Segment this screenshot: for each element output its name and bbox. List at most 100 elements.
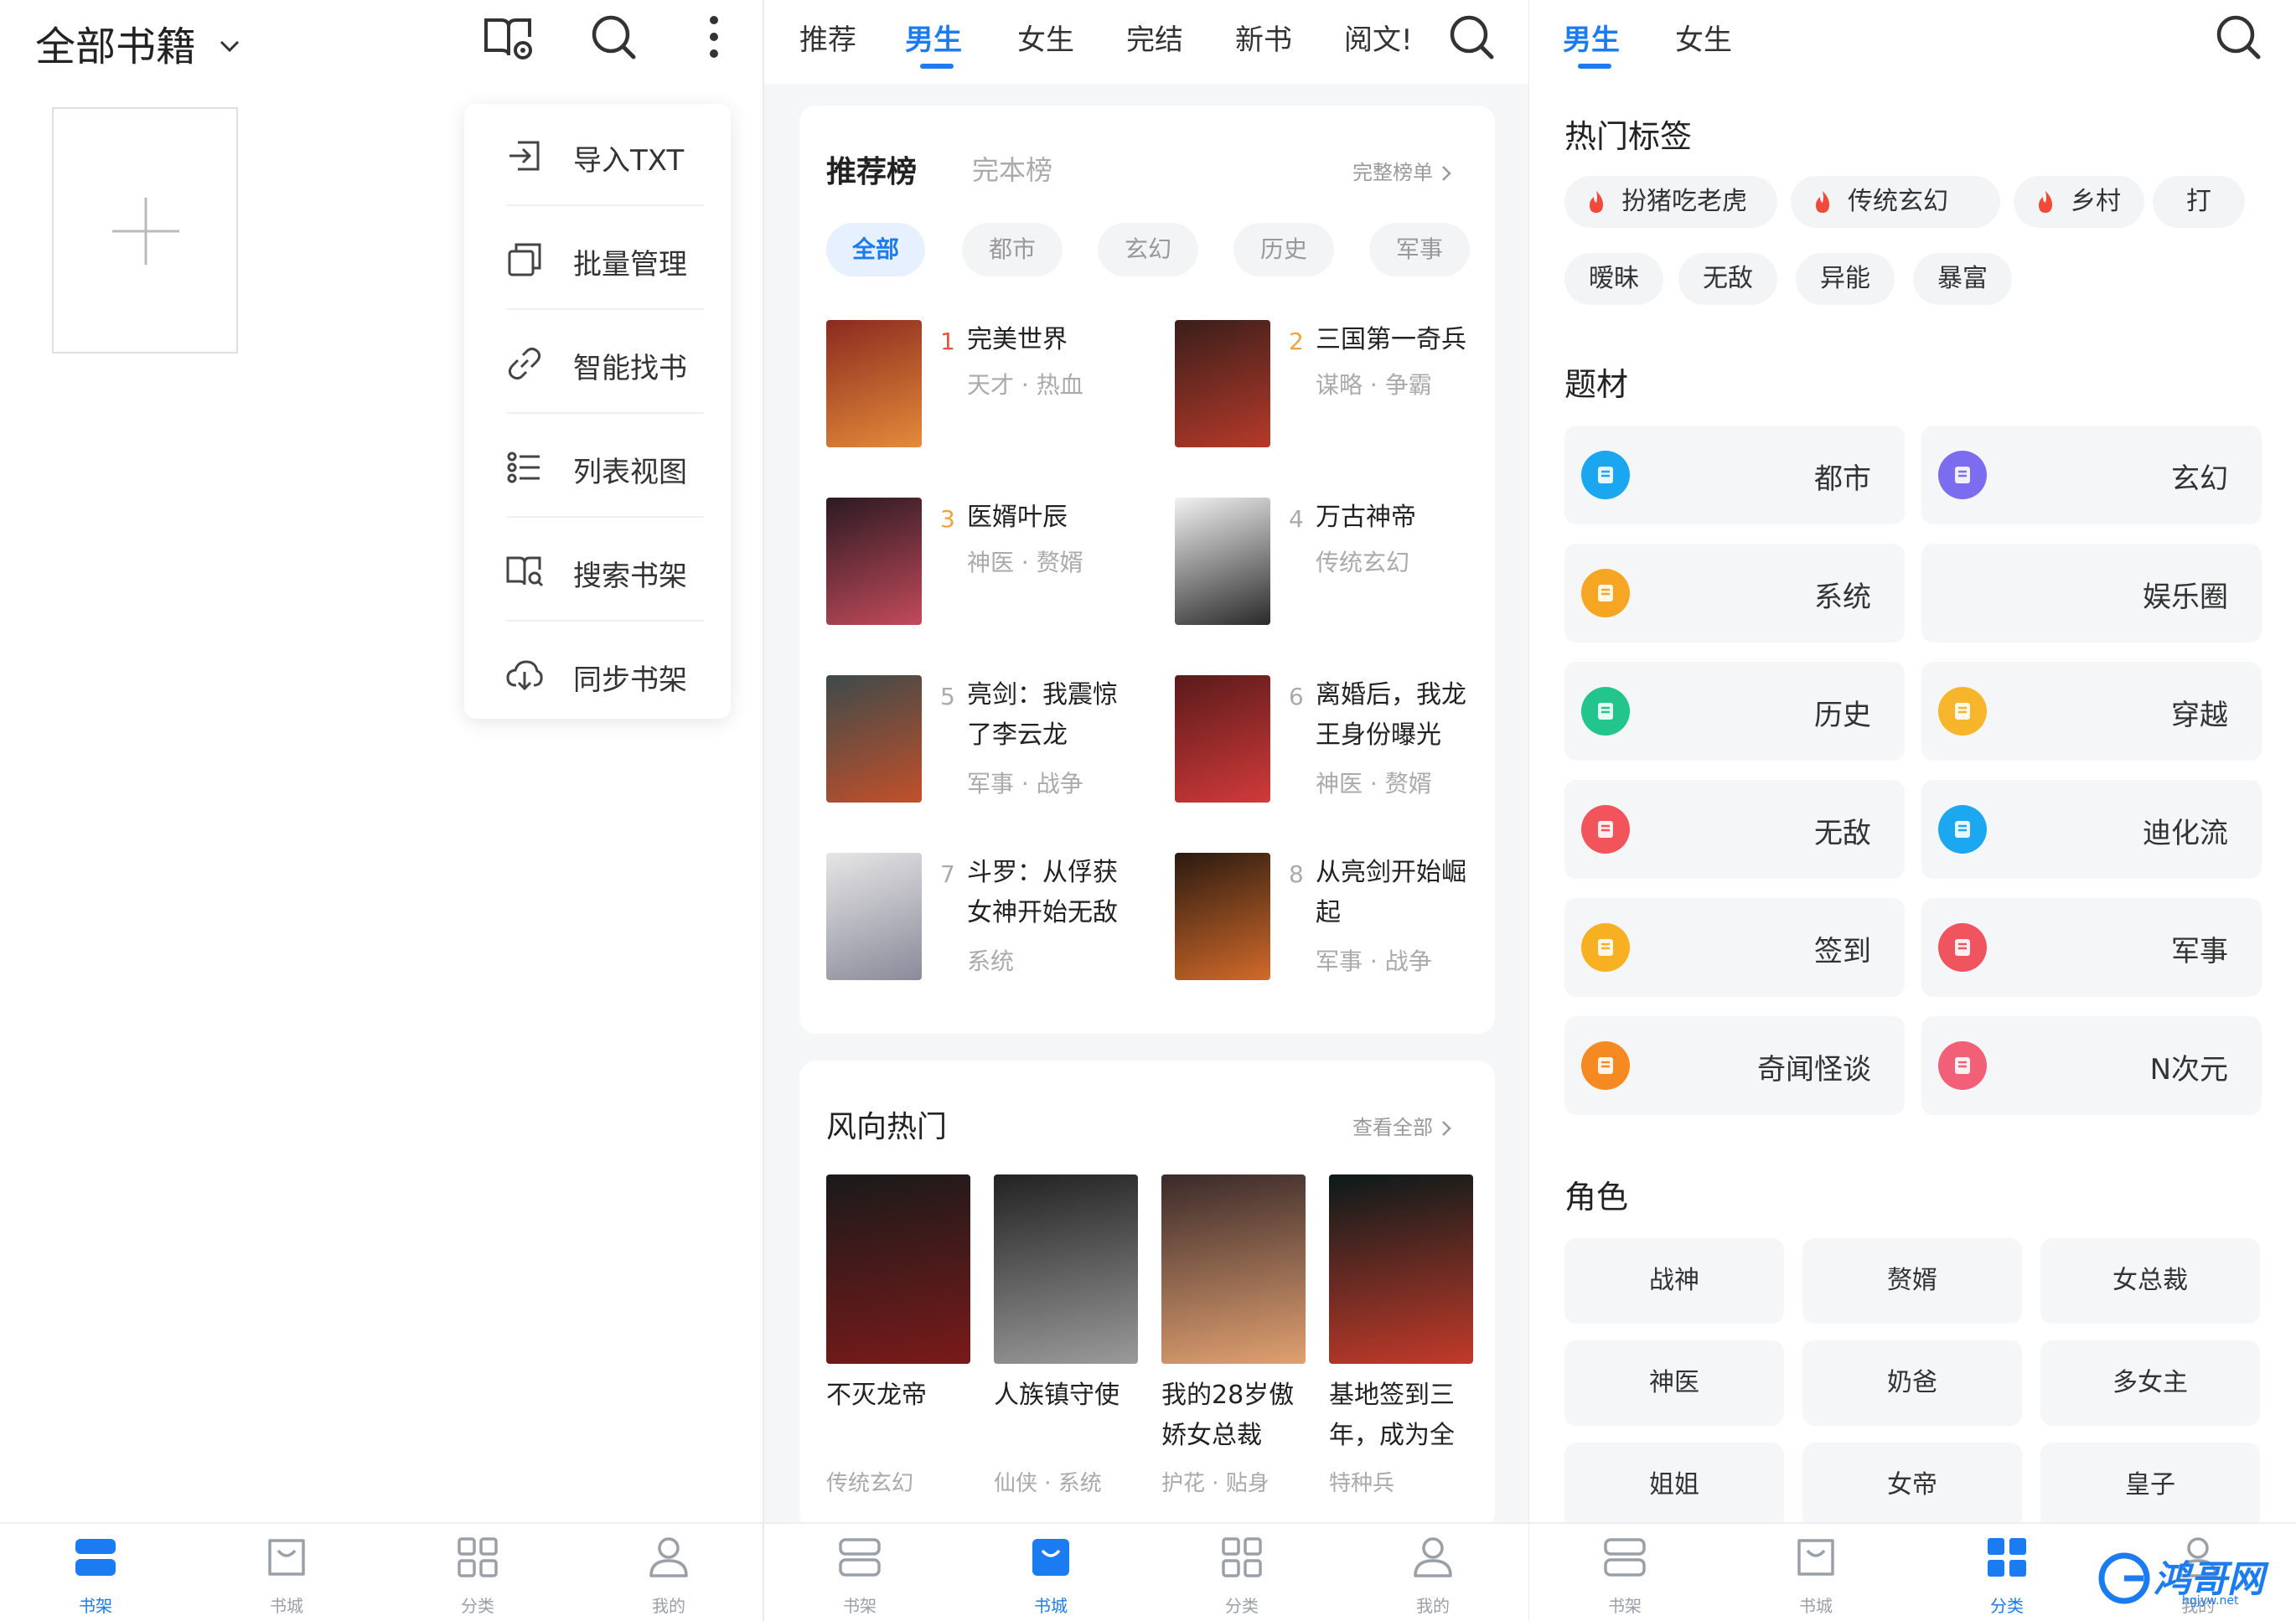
tab-recommend[interactable]: 推荐 — [799, 17, 856, 58]
nav-item-bookshelf[interactable]: 书架 — [45, 1536, 146, 1619]
book-cover[interactable] — [1175, 320, 1270, 447]
hot-tag-chip[interactable]: 无敌 — [1678, 253, 1777, 305]
rank-book-title[interactable]: 斗罗：从俘获女神开始无敌 — [967, 853, 1131, 933]
hot-tag-chip[interactable]: 异能 — [1796, 253, 1895, 305]
hot-book-title[interactable]: 人族镇守使 — [994, 1376, 1145, 1416]
book-cover[interactable] — [826, 675, 922, 803]
menu-item-list-view[interactable]: 列表视图 — [464, 416, 731, 518]
role-chip[interactable]: 姐姐 — [1564, 1443, 1784, 1528]
rank-subtitle-tab[interactable]: 完本榜 — [972, 149, 1052, 188]
chip-city[interactable]: 都市 — [962, 223, 1063, 276]
book-cover[interactable] — [1175, 675, 1270, 803]
role-chip[interactable]: 女帝 — [1802, 1443, 2022, 1528]
nav-item-mine[interactable]: 我的 — [1383, 1536, 1483, 1619]
bookshelf-title[interactable]: 全部书籍 — [35, 13, 242, 72]
hot-book-title[interactable]: 不灭龙帝 — [826, 1376, 977, 1416]
tab-new[interactable]: 新书 — [1235, 17, 1292, 58]
rank-book-title[interactable]: 离婚后，我龙王身份曝光 — [1316, 675, 1480, 756]
tab-male[interactable]: 男生 — [905, 17, 962, 58]
add-book-button[interactable] — [52, 107, 238, 354]
book-settings-icon[interactable] — [483, 15, 535, 60]
book-cover[interactable] — [994, 1174, 1138, 1364]
genre-card[interactable]: 奇闻怪谈 — [1564, 1016, 1905, 1115]
rank-item[interactable]: 8 从亮剑开始崛起 军事 · 战争 — [1175, 853, 1510, 1004]
genre-card[interactable]: 娱乐圈 — [1921, 544, 2262, 643]
genre-card[interactable]: 穿越 — [1921, 662, 2262, 761]
role-chip[interactable]: 多女主 — [2040, 1340, 2260, 1426]
more-vertical-icon[interactable] — [704, 15, 724, 59]
role-chip[interactable]: 赘婿 — [1802, 1238, 2022, 1324]
rank-item[interactable]: 5 亮剑：我震惊了李云龙 军事 · 战争 — [826, 675, 1161, 826]
rank-title[interactable]: 推荐榜 — [826, 147, 917, 191]
rank-item[interactable]: 3 医婿叶辰 神医 · 赘婿 — [826, 498, 1161, 648]
tab-female[interactable]: 女生 — [1017, 17, 1074, 58]
genre-card[interactable]: 玄幻 — [1921, 426, 2262, 524]
hot-book-title[interactable]: 我的28岁傲娇女总裁 — [1161, 1376, 1312, 1456]
tab-finished[interactable]: 完结 — [1126, 17, 1183, 58]
nav-item-mine[interactable]: 我的 — [618, 1536, 719, 1619]
rank-book-title[interactable]: 完美世界 — [967, 320, 1131, 360]
genre-card[interactable]: 军事 — [1921, 898, 2262, 997]
genre-card[interactable]: 无敌 — [1564, 780, 1905, 879]
tab-yuewen[interactable]: 阅文! — [1344, 17, 1414, 58]
search-icon[interactable] — [2215, 13, 2262, 60]
hot-tag-chip[interactable]: 打 — [2153, 176, 2245, 228]
tab-female[interactable]: 女生 — [1675, 17, 1732, 58]
hot-more-link[interactable]: 查看全部 — [1352, 1111, 1453, 1140]
role-chip[interactable]: 战神 — [1564, 1238, 1784, 1324]
genre-card[interactable]: 系统 — [1564, 544, 1905, 643]
menu-item-sync-shelf[interactable]: 同步书架 — [464, 623, 731, 725]
book-cover[interactable] — [1175, 853, 1270, 980]
menu-item-import-txt[interactable]: 导入TXT — [464, 104, 731, 206]
hot-tag-chip[interactable]: 扮猪吃老虎 — [1564, 176, 1777, 228]
hot-book-title[interactable]: 基地签到三年，成为全 — [1329, 1376, 1480, 1456]
book-cover[interactable] — [1161, 1174, 1306, 1364]
hot-tag-chip[interactable]: 传统玄幻 — [1791, 176, 2000, 228]
chip-fantasy[interactable]: 玄幻 — [1098, 223, 1198, 276]
rank-book-title[interactable]: 万古神帝 — [1316, 498, 1480, 538]
hot-tag-chip[interactable]: 乡村 — [2014, 176, 2144, 228]
book-cover[interactable] — [826, 1174, 970, 1364]
nav-item-bookshelf[interactable]: 书架 — [809, 1536, 910, 1619]
chip-all[interactable]: 全部 — [826, 223, 925, 276]
search-icon[interactable] — [1448, 13, 1495, 60]
menu-item-batch-manage[interactable]: 批量管理 — [464, 208, 731, 310]
role-chip[interactable]: 女总裁 — [2040, 1238, 2260, 1324]
rank-book-title[interactable]: 从亮剑开始崛起 — [1316, 853, 1480, 933]
genre-card[interactable]: N次元 — [1921, 1016, 2262, 1115]
rank-book-title[interactable]: 医婿叶辰 — [967, 498, 1131, 538]
search-icon[interactable] — [590, 13, 637, 60]
tab-male[interactable]: 男生 — [1563, 17, 1620, 58]
rank-book-title[interactable]: 亮剑：我震惊了李云龙 — [967, 675, 1131, 756]
rank-item[interactable]: 2 三国第一奇兵 谋略 · 争霸 — [1175, 320, 1510, 471]
nav-item-category[interactable]: 分类 — [1957, 1536, 2057, 1619]
genre-card[interactable]: 都市 — [1564, 426, 1905, 524]
role-chip[interactable]: 神医 — [1564, 1340, 1784, 1426]
hot-tag-chip[interactable]: 暧昧 — [1564, 253, 1663, 305]
nav-item-store[interactable]: 书城 — [1766, 1536, 1866, 1619]
role-chip[interactable]: 奶爸 — [1802, 1340, 2022, 1426]
nav-item-store[interactable]: 书城 — [236, 1536, 337, 1619]
chip-military[interactable]: 军事 — [1369, 223, 1470, 276]
genre-card[interactable]: 签到 — [1564, 898, 1905, 997]
nav-item-category[interactable]: 分类 — [427, 1536, 528, 1619]
genre-card[interactable]: 迪化流 — [1921, 780, 2262, 879]
nav-item-store[interactable]: 书城 — [1001, 1536, 1101, 1619]
rank-item[interactable]: 1 完美世界 天才 · 热血 — [826, 320, 1161, 471]
genre-card[interactable]: 历史 — [1564, 662, 1905, 761]
rank-item[interactable]: 4 万古神帝 传统玄幻 — [1175, 498, 1510, 648]
book-cover[interactable] — [1175, 498, 1270, 625]
rank-book-title[interactable]: 三国第一奇兵 — [1316, 320, 1480, 360]
book-cover[interactable] — [1329, 1174, 1473, 1364]
nav-item-bookshelf[interactable]: 书架 — [1575, 1536, 1675, 1619]
rank-item[interactable]: 6 离婚后，我龙王身份曝光 神医 · 赘婿 — [1175, 675, 1510, 826]
menu-item-smart-find[interactable]: 智能找书 — [464, 312, 731, 414]
rank-item[interactable]: 7 斗罗：从俘获女神开始无敌 系统 — [826, 853, 1161, 1004]
book-cover[interactable] — [826, 320, 922, 447]
role-chip[interactable]: 皇子 — [2040, 1443, 2260, 1528]
nav-item-category[interactable]: 分类 — [1192, 1536, 1292, 1619]
hot-tag-chip[interactable]: 暴富 — [1913, 253, 2012, 305]
rank-more-link[interactable]: 完整榜单 — [1352, 156, 1453, 185]
menu-item-search-shelf[interactable]: 搜索书架 — [464, 519, 731, 622]
chip-history[interactable]: 历史 — [1233, 223, 1334, 276]
